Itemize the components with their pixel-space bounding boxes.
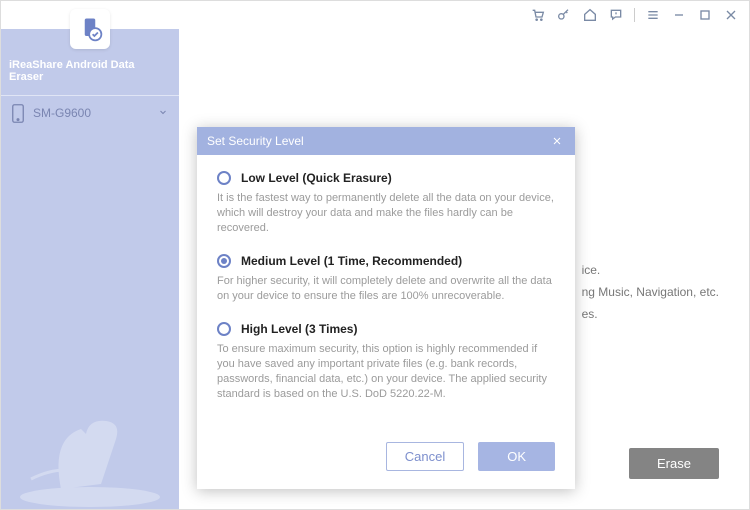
cart-icon[interactable] — [530, 7, 546, 23]
sidebar: iReaShare Android Data Eraser SM-G9600 — [1, 29, 179, 509]
option-low-head[interactable]: Low Level (Quick Erasure) — [217, 171, 555, 185]
ok-button[interactable]: OK — [478, 442, 555, 471]
option-low: Low Level (Quick Erasure) It is the fast… — [217, 171, 555, 236]
home-icon[interactable] — [582, 7, 598, 23]
background-text-fragment: ice. ng Music, Navigation, etc. es. — [582, 259, 719, 325]
feedback-icon[interactable] — [608, 7, 624, 23]
option-high: High Level (3 Times) To ensure maximum s… — [217, 322, 555, 402]
device-label: SM-G9600 — [33, 106, 149, 120]
option-medium-title: Medium Level (1 Time, Recommended) — [241, 254, 462, 268]
option-medium: Medium Level (1 Time, Recommended) For h… — [217, 254, 555, 304]
option-high-desc: To ensure maximum security, this option … — [217, 342, 555, 402]
erase-button[interactable]: Erase — [629, 448, 719, 479]
dialog-title: Set Security Level — [207, 134, 304, 148]
minimize-icon[interactable] — [671, 7, 687, 23]
option-high-title: High Level (3 Times) — [241, 322, 357, 336]
peek-line: ng Music, Navigation, etc. — [582, 281, 719, 303]
key-icon[interactable] — [556, 7, 572, 23]
cancel-button[interactable]: Cancel — [386, 442, 464, 471]
dialog-header: Set Security Level — [197, 127, 575, 155]
radio-low[interactable] — [217, 171, 231, 185]
maximize-icon[interactable] — [697, 7, 713, 23]
brand-logo-icon — [70, 9, 110, 49]
radio-high[interactable] — [217, 322, 231, 336]
option-medium-desc: For higher security, it will completely … — [217, 274, 555, 304]
close-icon[interactable] — [723, 7, 739, 23]
peek-line: es. — [582, 303, 719, 325]
sidebar-decorative-illustration — [1, 379, 179, 509]
app-window: iReaShare Android Data Eraser SM-G9600 i… — [0, 0, 750, 510]
app-body: iReaShare Android Data Eraser SM-G9600 i… — [1, 29, 749, 509]
titlebar-divider — [634, 8, 635, 22]
option-medium-head[interactable]: Medium Level (1 Time, Recommended) — [217, 254, 555, 268]
phone-icon — [11, 104, 25, 122]
radio-medium[interactable] — [217, 254, 231, 268]
brand-area: iReaShare Android Data Eraser — [1, 9, 179, 95]
option-high-head[interactable]: High Level (3 Times) — [217, 322, 555, 336]
brand-title: iReaShare Android Data Eraser — [9, 55, 171, 87]
security-level-dialog: Set Security Level Low Level (Quick Eras… — [197, 127, 575, 489]
menu-icon[interactable] — [645, 7, 661, 23]
dialog-body: Low Level (Quick Erasure) It is the fast… — [197, 155, 575, 436]
peek-line: ice. — [582, 259, 719, 281]
chevron-down-icon — [157, 106, 169, 121]
dialog-close-icon[interactable] — [549, 133, 565, 149]
dialog-footer: Cancel OK — [197, 436, 575, 489]
device-selector[interactable]: SM-G9600 — [1, 95, 179, 130]
option-low-title: Low Level (Quick Erasure) — [241, 171, 392, 185]
option-low-desc: It is the fastest way to permanently del… — [217, 191, 555, 236]
